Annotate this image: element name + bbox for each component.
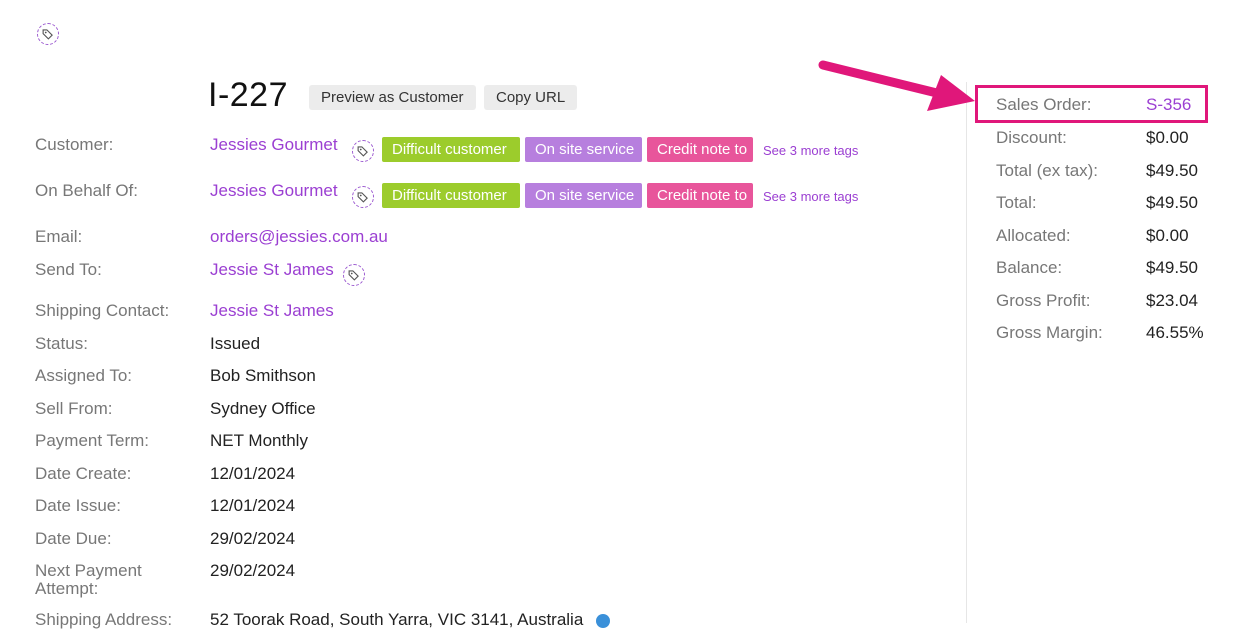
next-payment-attempt-value: 29/02/2024 [210,561,296,580]
email-label: Email: [35,227,83,246]
see-more-tags-link[interactable]: See 3 more tags [763,143,858,158]
tag-on-site-service[interactable]: On site service [525,183,642,208]
on-behalf-of-link[interactable]: Jessies Gourmet [210,182,338,200]
payment-term-value: NET Monthly [210,431,308,450]
invoice-number: I-227 [208,76,288,114]
add-tag-icon[interactable] [37,23,59,45]
email-link[interactable]: orders@jessies.com.au [210,228,388,246]
discount-label: Discount: [996,128,1067,147]
map-pin-icon[interactable] [596,614,610,628]
gross-profit-label: Gross Profit: [996,291,1091,310]
tag-credit-note[interactable]: Credit note to [647,137,753,162]
date-create-value: 12/01/2024 [210,464,296,483]
date-issue-value: 12/01/2024 [210,496,296,515]
annotation-arrow [818,60,975,111]
assigned-to-label: Assigned To: [35,366,133,385]
send-to-label: Send To: [35,260,102,279]
date-due-value: 29/02/2024 [210,529,296,548]
total-value: $49.50 [1146,193,1198,212]
see-more-tags-link[interactable]: See 3 more tags [763,189,858,204]
customer-link[interactable]: Jessies Gourmet [210,136,338,154]
shipping-address-label: Shipping Address: [35,610,173,629]
allocated-label: Allocated: [996,226,1071,245]
payment-term-label: Payment Term: [35,431,150,450]
gross-margin-value: 46.55% [1146,323,1204,342]
date-due-label: Date Due: [35,529,112,548]
gross-profit-value: $23.04 [1146,291,1198,310]
shipping-address-value: 52 Toorak Road, South Yarra, VIC 3141, A… [210,610,584,629]
sidebar-divider [966,82,967,623]
assigned-to-value: Bob Smithson [210,366,316,385]
total-label: Total: [996,193,1037,212]
tag-difficult-customer[interactable]: Difficult customer [382,137,520,162]
balance-label: Balance: [996,258,1063,277]
shipping-contact-label: Shipping Contact: [35,301,170,320]
total-ex-tax-value: $49.50 [1146,161,1198,180]
status-label: Status: [35,334,88,353]
on-behalf-of-label: On Behalf Of: [35,181,138,200]
tag-difficult-customer[interactable]: Difficult customer [382,183,520,208]
date-issue-label: Date Issue: [35,496,121,515]
sell-from-label: Sell From: [35,399,113,418]
total-ex-tax-label: Total (ex tax): [996,161,1099,180]
send-to-link[interactable]: Jessie St James [210,261,334,279]
preview-as-customer-button[interactable]: Preview as Customer [309,85,476,110]
copy-url-button[interactable]: Copy URL [484,85,578,110]
sell-from-value: Sydney Office [210,399,316,418]
tag-on-site-service[interactable]: On site service [525,137,642,162]
discount-value: $0.00 [1146,128,1189,147]
sales-order-highlight [975,85,1208,123]
customer-tag-icon[interactable] [352,140,374,162]
next-payment-attempt-label-line2: Attempt: [35,579,99,598]
status-value: Issued [210,334,261,353]
next-payment-attempt-label-line1: Next Payment [35,561,142,580]
send-to-tag-icon[interactable] [343,264,365,286]
gross-margin-label: Gross Margin: [996,323,1103,342]
allocated-value: $0.00 [1146,226,1189,245]
on-behalf-of-tag-icon[interactable] [352,186,374,208]
balance-value: $49.50 [1146,258,1198,277]
customer-label: Customer: [35,135,114,154]
shipping-contact-link[interactable]: Jessie St James [210,302,334,320]
date-create-label: Date Create: [35,464,132,483]
tag-credit-note[interactable]: Credit note to [647,183,753,208]
